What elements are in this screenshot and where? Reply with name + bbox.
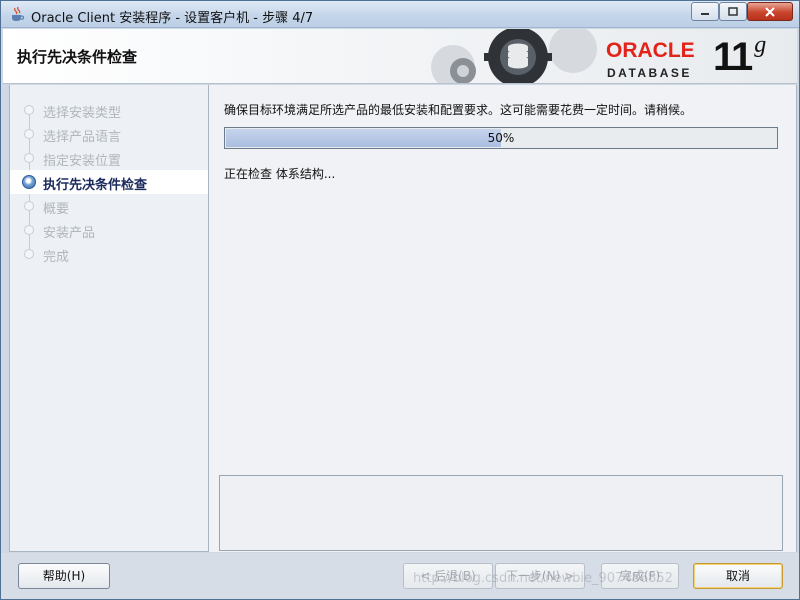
steps-sidebar: 选择安装类型 选择产品语言 指定安装位置 执行先决条件检查 概要 安装产品 完成 <box>9 85 209 552</box>
step-item-finish: 完成 <box>10 242 208 266</box>
gears-graphic-icon <box>431 29 597 83</box>
step-dot-icon <box>24 225 34 235</box>
step-dot-icon <box>24 105 34 115</box>
step-label: 选择产品语言 <box>43 130 122 145</box>
header-banner: 执行先决条件检查 ORACLE DATABASE 11 g <box>3 29 797 84</box>
step-label: 概要 <box>43 202 70 217</box>
status-text: 正在检查 体系结构... <box>224 167 336 181</box>
step-dot-icon <box>24 201 34 211</box>
installer-window: Oracle Client 安装程序 - 设置客户机 - 步骤 4/7 执行先决… <box>0 0 800 600</box>
step-item-install-location: 指定安装位置 <box>10 146 208 170</box>
step-item-prereq-check: 执行先决条件检查 <box>10 170 208 194</box>
help-button[interactable]: 帮助(H) <box>18 563 110 589</box>
step-label: 执行先决条件检查 <box>43 178 148 193</box>
current-step-icon <box>22 175 36 189</box>
progress-bar: 50% <box>224 127 778 149</box>
oracle-logo: ORACLE <box>606 39 695 62</box>
step-label: 完成 <box>43 250 70 265</box>
minimize-button[interactable] <box>691 2 719 21</box>
minimize-icon <box>701 12 709 15</box>
step-label: 安装产品 <box>43 226 96 241</box>
step-item-product-language: 选择产品语言 <box>10 122 208 146</box>
step-item-install-product: 安装产品 <box>10 218 208 242</box>
step-label: 指定安装位置 <box>43 154 122 169</box>
title-bar[interactable]: Oracle Client 安装程序 - 设置客户机 - 步骤 4/7 <box>1 1 799 28</box>
step-item-summary: 概要 <box>10 194 208 218</box>
version-logo: 11 g <box>713 32 766 80</box>
step-label: 选择安装类型 <box>43 106 122 121</box>
content-panel: 确保目标环境满足所选产品的最低安装和配置要求。这可能需要花费一定时间。请稍候。 … <box>209 85 797 552</box>
close-icon <box>765 6 775 17</box>
button-bar: 帮助(H) < 后退(B) 下一步(N) > 完成(F) 取消 <box>1 553 799 599</box>
step-dot-icon <box>24 129 34 139</box>
java-cup-icon <box>12 6 25 21</box>
details-pane <box>219 475 783 551</box>
version-letter: g <box>754 32 766 58</box>
page-title: 执行先决条件检查 <box>17 48 138 66</box>
maximize-icon <box>728 6 738 16</box>
close-button[interactable] <box>747 2 793 21</box>
progress-label: 50% <box>487 131 515 145</box>
maximize-button[interactable] <box>719 2 747 21</box>
database-logo-text: DATABASE <box>607 66 692 80</box>
instruction-message: 确保目标环境满足所选产品的最低安装和配置要求。这可能需要花费一定时间。请稍候。 <box>224 103 693 117</box>
step-dot-icon <box>24 153 34 163</box>
step-dot-icon <box>24 249 34 259</box>
watermark-text: http://blog.csdn.net/newbie_907486852 <box>413 571 673 586</box>
version-number: 11 <box>713 35 753 79</box>
window-title: Oracle Client 安装程序 - 设置客户机 - 步骤 4/7 <box>31 11 314 26</box>
step-item-install-type: 选择安装类型 <box>10 98 208 122</box>
cancel-button[interactable]: 取消 <box>693 563 783 589</box>
